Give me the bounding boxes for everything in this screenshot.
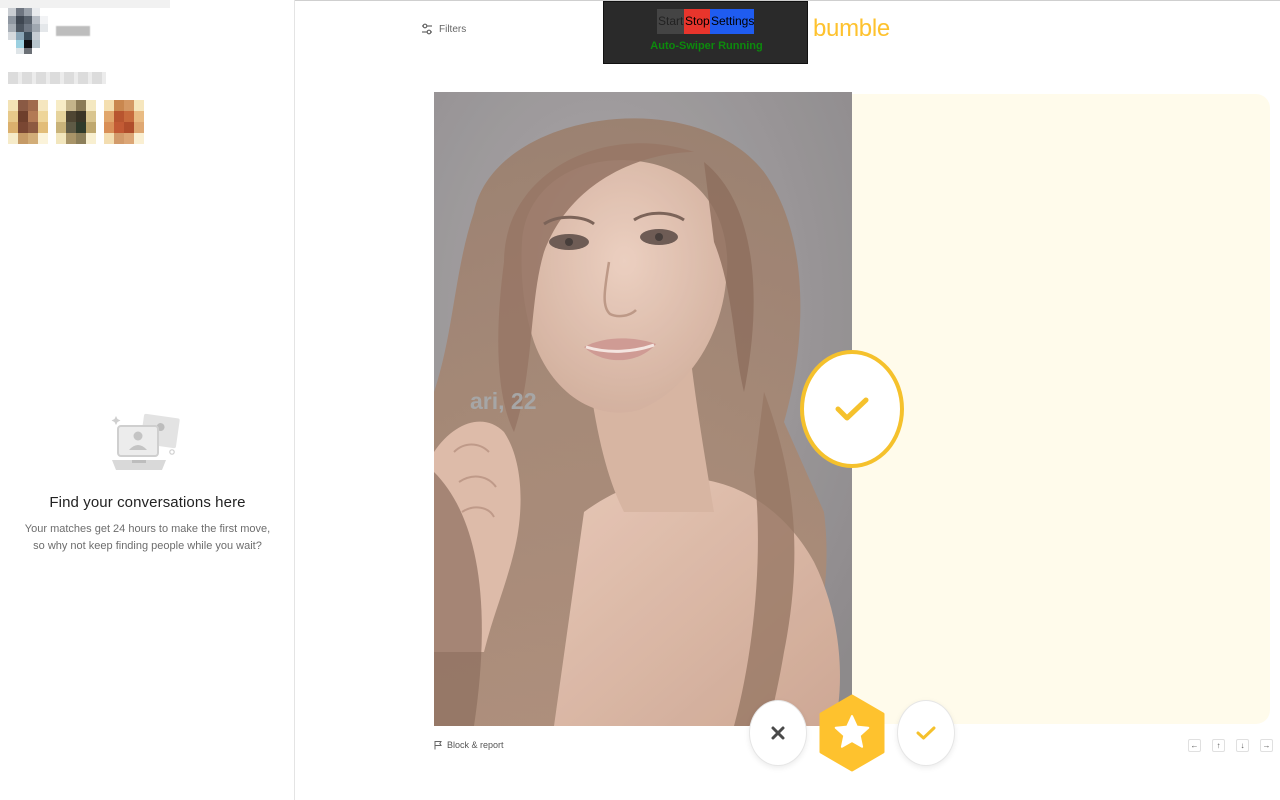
- keyboard-shortcut-hints: ← ↑ ↓ →: [1188, 739, 1273, 752]
- checkmark-icon: [916, 726, 936, 740]
- right-arrow-key-icon: →: [1260, 739, 1273, 752]
- flag-icon: [434, 741, 442, 750]
- match-avatar[interactable]: [104, 100, 144, 144]
- superswipe-hexagon: [819, 694, 885, 772]
- profile-info-panel: [852, 94, 1270, 724]
- down-arrow-key-icon: ↓: [1236, 739, 1249, 752]
- close-icon: [771, 726, 785, 740]
- pass-button[interactable]: [749, 700, 807, 766]
- match-queue: [8, 100, 144, 144]
- empty-state-description: Your matches get 24 hours to make the fi…: [24, 523, 271, 552]
- match-queue-label-redacted: [8, 72, 106, 84]
- empty-state-title: Find your conversations here: [49, 494, 246, 511]
- like-stamp-overlay: [800, 350, 904, 468]
- left-arrow-key-icon: ←: [1188, 739, 1201, 752]
- sidebar: Find your conversations here Your matche…: [0, 0, 295, 800]
- profile-name-age: ari, 22: [470, 388, 537, 414]
- up-arrow-key-icon: ↑: [1212, 739, 1225, 752]
- auto-swiper-panel: Start Stop Settings Auto-Swiper Running: [603, 1, 808, 64]
- filters-sliders-icon: [422, 23, 432, 35]
- auto-swiper-controls: Start Stop Settings: [657, 9, 754, 34]
- auto-swiper-start-button[interactable]: Start: [657, 9, 684, 34]
- match-avatar[interactable]: [56, 100, 96, 144]
- block-report-link[interactable]: Block & report: [434, 740, 504, 750]
- user-avatar[interactable]: [8, 8, 48, 54]
- conversations-illustration-icon: [111, 413, 180, 470]
- user-name-redacted: [56, 26, 90, 36]
- conversations-empty-state: Find your conversations here Your matche…: [0, 410, 295, 555]
- match-avatar[interactable]: [8, 100, 48, 144]
- superswipe-button[interactable]: [818, 694, 886, 772]
- block-report-label: Block & report: [447, 740, 504, 750]
- auto-swiper-settings-button[interactable]: Settings: [710, 9, 754, 34]
- auto-swiper-stop-button[interactable]: Stop: [684, 9, 710, 34]
- sidebar-topbar: [0, 0, 170, 8]
- auto-swiper-status: Auto-Swiper Running: [650, 40, 763, 52]
- filters-label: Filters: [439, 23, 467, 35]
- bumble-logo[interactable]: bumble: [813, 15, 890, 43]
- like-button[interactable]: [897, 700, 955, 766]
- filters-button[interactable]: Filters: [421, 23, 466, 35]
- checkmark-icon: [835, 397, 869, 421]
